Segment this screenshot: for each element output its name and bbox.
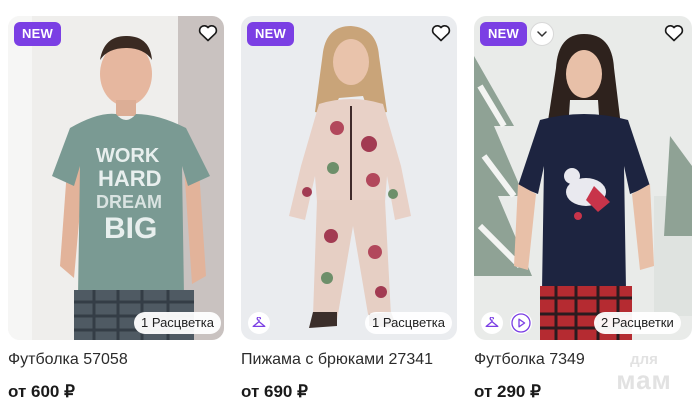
favorite-heart-icon[interactable] [197, 22, 219, 44]
new-badge: NEW [247, 22, 294, 46]
product-price: от 600 ₽ [8, 382, 75, 401]
product-title[interactable]: Пижама с брюками 27341 [241, 350, 433, 370]
svg-text:WORK: WORK [96, 145, 160, 167]
product-photo[interactable] [474, 16, 692, 340]
product-title[interactable]: Футболка 57058 [8, 350, 128, 370]
play-icon[interactable] [510, 312, 532, 334]
chevron-down-icon[interactable] [530, 22, 554, 46]
svg-text:DREAM: DREAM [96, 192, 162, 212]
product-price: от 290 ₽ [474, 382, 541, 401]
color-variants-label[interactable]: 1 Расцветка [365, 312, 452, 334]
product-card[interactable]: NEW 2 Расцветки Футболка 7349 от 290 ₽ [474, 0, 692, 406]
favorite-heart-icon[interactable] [430, 22, 452, 44]
watermark-line-2: мам [616, 365, 672, 395]
svg-text:BIG: BIG [104, 212, 157, 245]
hanger-icon[interactable] [481, 312, 503, 334]
new-badge: NEW [480, 22, 527, 46]
favorite-heart-icon[interactable] [663, 22, 685, 44]
product-grid: WORK HARD DREAM BIG NEW 1 Расцветка Футб… [0, 0, 692, 406]
product-photo[interactable]: WORK HARD DREAM BIG [8, 16, 224, 340]
new-badge: NEW [14, 22, 61, 46]
watermark-logo: для мам [604, 352, 684, 393]
product-card[interactable]: NEW 1 Расцветка Пижама с брюками 27341 о… [241, 0, 459, 406]
product-photo[interactable] [241, 16, 457, 340]
svg-text:HARD: HARD [98, 166, 162, 191]
product-card[interactable]: WORK HARD DREAM BIG NEW 1 Расцветка Футб… [8, 0, 226, 406]
color-variants-label[interactable]: 1 Расцветка [134, 312, 221, 334]
hanger-icon[interactable] [248, 312, 270, 334]
product-price: от 690 ₽ [241, 382, 308, 401]
product-title[interactable]: Футболка 7349 [474, 350, 585, 370]
color-variants-label[interactable]: 2 Расцветки [594, 312, 681, 334]
